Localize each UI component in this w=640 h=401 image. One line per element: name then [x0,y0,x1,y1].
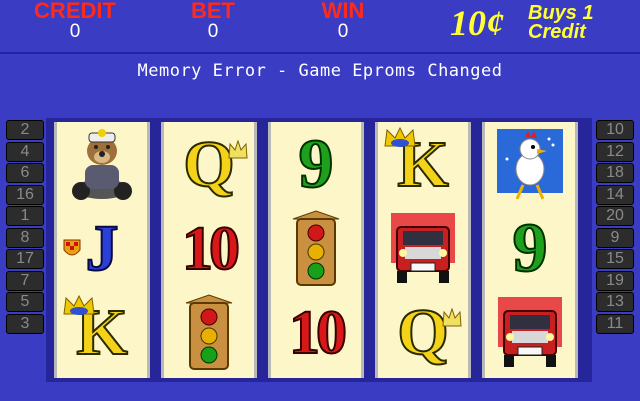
reel-4-symbol-bottom: Q [378,292,468,374]
reel-5-symbol-middle: 9 [485,208,575,290]
right-payline-15[interactable]: 15 [596,249,634,269]
bet-value: 0 [207,21,219,42]
reel-4-symbol-top: K [378,124,468,206]
reel-1-symbol-bottom: K [57,292,147,374]
denomination-amount: 10¢ [450,3,504,43]
left-payline-6[interactable]: 6 [6,163,44,183]
traffic-light-symbol [271,208,361,290]
reel-1-symbol-middle: J [57,208,147,290]
denomination-caption: Buys 1 Credit [528,3,594,43]
symbol-number: 9 [298,126,335,203]
reel-5: 9 [482,122,578,378]
win-label: WIN [321,0,365,23]
crown-icon [228,139,248,159]
win-value: 0 [337,21,349,42]
crest-icon [63,239,80,256]
left-payline-indicators: 2 4 6 16 1 8 17 7 5 3 [6,120,44,335]
right-payline-18[interactable]: 18 [596,163,634,183]
right-payline-12[interactable]: 12 [596,141,634,162]
right-payline-13[interactable]: 13 [596,292,634,312]
reel-3-symbol-bottom: 10 [271,292,361,374]
error-message: Memory Error - Game Eproms Changed [137,61,503,81]
denomination-display: 10¢ Buys 1 Credit [450,2,630,46]
reel-2: Q 10 [161,122,257,378]
right-payline-11[interactable]: 11 [596,313,634,334]
right-payline-19[interactable]: 19 [596,270,634,291]
symbol-number: 10 [181,215,241,283]
left-payline-8[interactable]: 8 [6,227,44,248]
crown-icon [63,294,95,315]
bet-label: BET [191,0,235,23]
traffic-light-symbol [164,292,254,374]
reel-4: K Q [375,122,471,378]
left-payline-17[interactable]: 17 [6,249,44,269]
right-payline-14[interactable]: 14 [596,184,634,205]
bet-meter: BET 0 [158,0,268,42]
left-payline-5[interactable]: 5 [6,292,44,312]
symbol-number: 10 [288,299,348,367]
chicken-symbol [485,124,575,206]
right-payline-10[interactable]: 10 [596,120,634,140]
message-bar: Memory Error - Game Eproms Changed [0,52,640,114]
credit-label: CREDIT [34,0,116,23]
credit-meter: CREDIT 0 [20,0,130,42]
reel-1: J K [54,122,150,378]
symbol-letter: J [85,212,120,285]
denomination-caption-line2: Credit [528,21,586,43]
reel-2-symbol-top: Q [164,124,254,206]
win-meter: WIN 0 [288,0,398,42]
left-payline-4[interactable]: 4 [6,141,44,162]
reel-2-symbol-middle: 10 [164,208,254,290]
credit-value: 0 [69,21,81,42]
reel-3: 9 10 [268,122,364,378]
symbol-number: 9 [512,210,549,287]
left-payline-1[interactable]: 1 [6,206,44,226]
truck-symbol [485,292,575,374]
left-payline-16[interactable]: 16 [6,184,44,205]
bottom-bar [0,384,640,401]
crown-icon [384,126,416,147]
left-payline-2[interactable]: 2 [6,120,44,140]
reel-3-symbol-top: 9 [271,124,361,206]
left-payline-3[interactable]: 3 [6,313,44,334]
truck-symbol [378,208,468,290]
left-payline-7[interactable]: 7 [6,270,44,291]
biker-dog-symbol [57,124,147,206]
right-payline-20[interactable]: 20 [596,206,634,226]
right-payline-indicators: 10 12 18 14 20 9 15 19 13 11 [596,120,634,335]
reel-window: J K Q 10 9 10 K Q 9 [46,118,592,382]
crown-icon [442,307,462,327]
right-payline-9[interactable]: 9 [596,227,634,248]
